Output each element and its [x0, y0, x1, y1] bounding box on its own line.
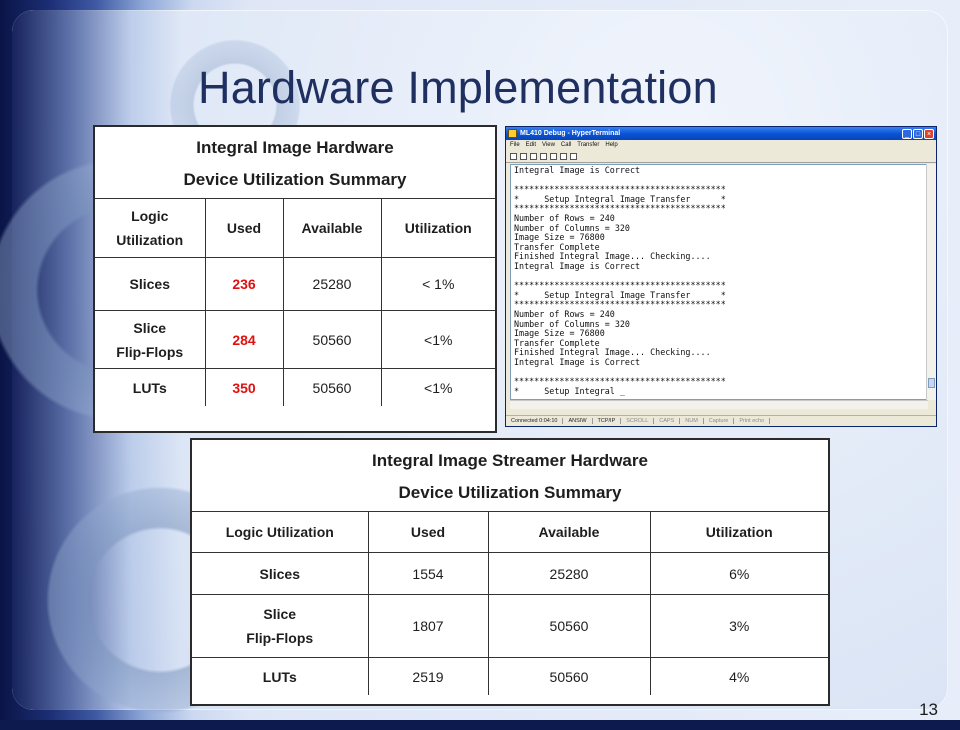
available-value: 50560 [487, 594, 651, 658]
column-header-available: Available [282, 198, 382, 258]
used-value: 2519 [367, 657, 489, 695]
column-header-logic-utilization: Logic Utilization [95, 198, 206, 258]
row-label-line2: Flip-Flops [246, 630, 314, 646]
table-heading: Integral Image Streamer Hardware Device … [192, 440, 828, 511]
available-value: 25280 [282, 257, 382, 311]
available-value: 50560 [282, 368, 382, 406]
status-print-echo: Print echo [734, 418, 771, 424]
menu-bar: File Edit View Call Transfer Help [506, 140, 936, 150]
column-header-utilization: Utilization [380, 198, 495, 258]
row-label-line2: Flip-Flops [116, 343, 184, 360]
new-connection-icon[interactable] [510, 152, 517, 160]
maximize-icon[interactable]: □ [913, 128, 923, 139]
terminal-line: Integral Image is Correct [514, 165, 641, 175]
window-title: ML410 Debug - HyperTerminal [520, 130, 621, 137]
utilization-value: < 1% [380, 257, 495, 311]
table-heading-line1: Integral Image Hardware [196, 138, 394, 157]
status-num: NUM [680, 418, 704, 424]
row-label: Slices [192, 552, 369, 595]
available-value: 50560 [282, 310, 382, 369]
status-connected: Connected 0:04:10 [506, 418, 564, 424]
status-emulation: ANSIW [563, 418, 593, 424]
row-label: LUTs [192, 657, 369, 695]
column-header-utilization: Utilization [649, 511, 828, 553]
status-bar: Connected 0:04:10 ANSIW TCP/IP SCROLL CA… [506, 415, 936, 426]
menu-view[interactable]: View [542, 142, 555, 148]
table-row: Slices 236 25280 < 1% [95, 257, 495, 311]
terminal-screen[interactable]: Integral Image is Correct **************… [510, 164, 928, 400]
terminal-line: * Setup Integral _ [514, 385, 625, 396]
table-heading-line1: Integral Image Streamer Hardware [372, 451, 648, 470]
window-titlebar: ML410 Debug - HyperTerminal _ □ × [506, 127, 936, 140]
close-icon[interactable]: × [924, 128, 934, 139]
utilization-value: <1% [380, 368, 495, 406]
table-row: LUTs 2519 50560 4% [192, 657, 828, 695]
menu-call[interactable]: Call [561, 142, 571, 148]
utilization-value: 3% [649, 594, 828, 658]
column-header-used: Used [367, 511, 489, 553]
row-label: Slice Flip-Flops [192, 594, 369, 658]
table-row: Slices 1554 25280 6% [192, 552, 828, 595]
receive-icon[interactable] [560, 152, 567, 160]
scrollbar-thumb[interactable] [928, 378, 935, 388]
used-value: 236 [204, 257, 284, 311]
terminal-line: Integral Image is Correct [514, 260, 641, 271]
utilization-grid: Logic Utilization Used Available Utiliza… [95, 198, 495, 406]
used-value: 284 [204, 310, 284, 369]
hyperterminal-window: ML410 Debug - HyperTerminal _ □ × File E… [505, 126, 937, 427]
slide-number: 13 [919, 700, 938, 719]
menu-help[interactable]: Help [605, 142, 617, 148]
disconnect-icon[interactable] [540, 152, 547, 160]
row-label: Slices [95, 257, 206, 311]
column-header-logic-utilization: Logic Utilization [192, 511, 369, 553]
status-protocol: TCP/IP [593, 418, 622, 424]
table-row: Slice Flip-Flops 284 50560 <1% [95, 310, 495, 369]
used-value: 1807 [367, 594, 489, 658]
vertical-scrollbar[interactable] [926, 164, 936, 400]
horizontal-scrollbar[interactable] [510, 400, 928, 409]
connect-icon[interactable] [530, 152, 537, 160]
table-heading-line2: Device Utilization Summary [183, 170, 407, 189]
available-value: 25280 [487, 552, 651, 595]
status-caps: CAPS [654, 418, 681, 424]
table-heading-line2: Device Utilization Summary [398, 483, 622, 502]
row-label-line1: Slice [263, 606, 297, 622]
hyperterminal-icon [508, 129, 517, 138]
send-icon[interactable] [550, 152, 557, 160]
utilization-value: <1% [380, 310, 495, 369]
menu-transfer[interactable]: Transfer [577, 142, 599, 148]
toolbar [506, 150, 936, 163]
status-scroll: SCROLL [621, 418, 655, 424]
open-icon[interactable] [520, 152, 527, 160]
menu-edit[interactable]: Edit [526, 142, 536, 148]
used-value: 1554 [367, 552, 489, 595]
properties-icon[interactable] [570, 152, 577, 160]
utilization-value: 4% [649, 657, 828, 695]
minimize-icon[interactable]: _ [902, 128, 912, 139]
utilization-grid: Logic Utilization Used Available Utiliza… [192, 511, 828, 695]
row-label: Slice Flip-Flops [95, 310, 206, 369]
table-row: Slice Flip-Flops 1807 50560 3% [192, 594, 828, 658]
table-heading: Integral Image Hardware Device Utilizati… [95, 127, 495, 198]
table-header-row: Logic Utilization Used Available Utiliza… [95, 198, 495, 258]
integral-image-streamer-utilization-table: Integral Image Streamer Hardware Device … [190, 438, 830, 706]
utilization-value: 6% [649, 552, 828, 595]
row-label-line1: Slice [133, 319, 167, 336]
slide-title: Hardware Implementation [198, 62, 718, 113]
used-value: 350 [204, 368, 284, 406]
row-label: LUTs [95, 368, 206, 406]
menu-file[interactable]: File [510, 142, 520, 148]
integral-image-utilization-table: Integral Image Hardware Device Utilizati… [93, 125, 497, 433]
table-header-row: Logic Utilization Used Available Utiliza… [192, 511, 828, 553]
terminal-line: Integral Image is Correct [514, 356, 641, 367]
table-row: LUTs 350 50560 <1% [95, 368, 495, 406]
available-value: 50560 [487, 657, 651, 695]
column-header-available: Available [487, 511, 651, 553]
column-header-used: Used [204, 198, 284, 258]
status-capture: Capture [704, 418, 735, 424]
